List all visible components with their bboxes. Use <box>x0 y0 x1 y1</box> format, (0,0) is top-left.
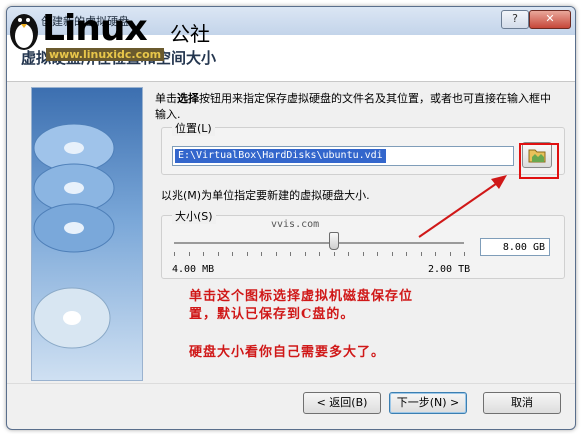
cancel-button[interactable]: 取消 <box>483 392 561 414</box>
logo-suffix: 公社 <box>170 22 210 46</box>
annotation-line-3: 硬盘大小看你自己需要多大了。 <box>189 345 386 360</box>
button-bar: < 返回(B) 下一步(N) > 取消 <box>7 383 575 429</box>
penguin-icon <box>10 14 38 50</box>
back-button[interactable]: < 返回(B) <box>303 392 381 414</box>
annotation-line-1: 单击这个图标选择虚拟机磁盘保存位 <box>189 289 414 304</box>
annotation-arrow <box>418 175 507 238</box>
logo-text: Linux <box>42 8 148 49</box>
logo-url: www.linuxidc.com <box>46 48 165 61</box>
next-button[interactable]: 下一步(N) > <box>389 392 467 414</box>
wizard-window: 创建新的虚拟硬盘 ? ✕ 虚拟硬盘所在位置和空间大小 单击选择按钮用来指定保存虚… <box>6 6 576 430</box>
annotation-line-2: 置，默认已保存到C盘的。 <box>189 307 355 322</box>
site-logo: Linux 公社 www.linuxidc.com <box>2 2 242 66</box>
